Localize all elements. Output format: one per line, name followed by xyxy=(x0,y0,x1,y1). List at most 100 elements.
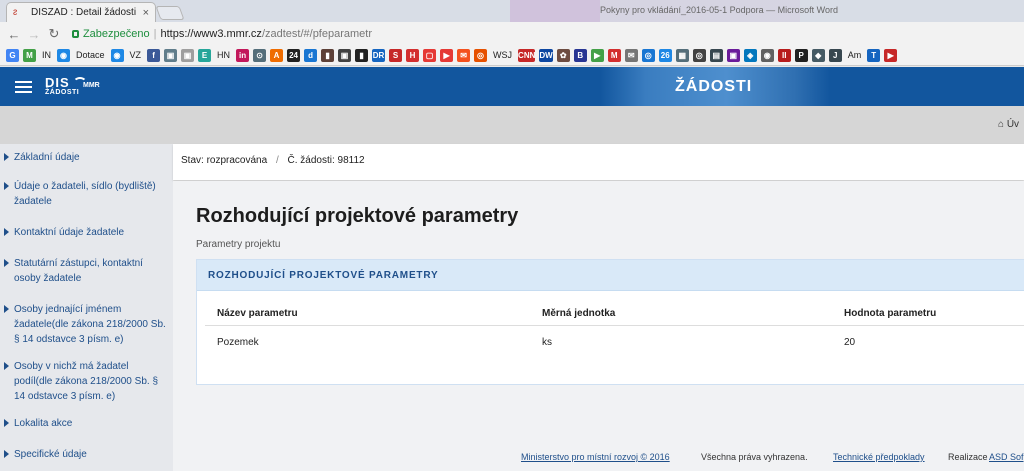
bookmark-37-icon[interactable]: ▦ xyxy=(675,49,689,62)
caret-right-icon xyxy=(4,419,9,427)
bookmark-22-icon[interactable]: H xyxy=(406,49,420,62)
caret-right-icon xyxy=(4,259,9,267)
sidebar-item-statutarni-zastupci[interactable]: Statutární zástupci, kontaktní osoby žad… xyxy=(4,256,169,286)
bookmark-1-icon[interactable]: M xyxy=(23,49,36,62)
footer-tech-link[interactable]: Technické předpoklady xyxy=(833,452,925,462)
table-cell-name: Pozemek xyxy=(217,337,259,348)
column-header-value: Hodnota parametru xyxy=(844,308,937,319)
bookmark-28-icon[interactable]: CNN xyxy=(518,49,536,62)
sidebar-item-osoby-jednajici[interactable]: Osoby jednající jménem žadatele(dle záko… xyxy=(4,302,169,347)
logo-mmr-text: MMR xyxy=(83,82,100,89)
bookmark-35-icon[interactable]: ◎ xyxy=(641,49,655,62)
dis-logo[interactable]: DIS ŽÁDOSTI MMR xyxy=(45,75,100,96)
logo-subtext: ŽÁDOSTI xyxy=(45,89,80,96)
bookmark-29-icon[interactable]: DW xyxy=(539,49,553,62)
home-label: Úv xyxy=(1006,119,1020,130)
bookmark-19-icon[interactable]: ▮ xyxy=(355,49,369,62)
bookmark-44-icon[interactable]: P xyxy=(794,49,808,62)
bookmark-41-icon[interactable]: ◈ xyxy=(743,49,757,62)
home-link[interactable]: ⌂ Úv xyxy=(998,119,1019,130)
url-input[interactable]: Zabezpečeno | https://www3.mmr.cz /zadte… xyxy=(72,25,372,43)
bookmark-0-icon[interactable]: G xyxy=(6,49,19,62)
caret-right-icon xyxy=(4,153,9,161)
bookmark-13-icon[interactable]: ⊙ xyxy=(253,49,267,62)
new-tab-button[interactable] xyxy=(155,6,185,20)
bookmark-5-icon[interactable]: ◉ xyxy=(110,49,124,62)
bookmark-15-icon[interactable]: 24 xyxy=(287,49,301,62)
footer-rights: Všechna práva vyhrazena. xyxy=(701,452,808,462)
bookmark-9-icon[interactable]: ▣ xyxy=(181,49,195,62)
bookmark-4[interactable]: Dotace xyxy=(74,49,107,62)
application-number: Č. žádosti: 98112 xyxy=(287,155,365,166)
url-host: https://www3.mmr.cz xyxy=(160,28,262,40)
footer-realizace: Realizace xyxy=(948,452,988,462)
forward-arrow-icon[interactable]: → xyxy=(26,27,42,42)
bookmark-26-icon[interactable]: ◎ xyxy=(474,49,488,62)
sidebar-item-label: Lokalita akce xyxy=(14,418,73,429)
bookmark-43-icon[interactable]: II xyxy=(777,49,791,62)
breadcrumb: Stav: rozpracována / Č. žádosti: 98112 xyxy=(173,144,1024,180)
bookmark-7-icon[interactable]: f xyxy=(147,49,161,62)
header-divider xyxy=(205,325,1024,326)
sidebar-item-zakladni-udaje[interactable]: Základní údaje xyxy=(4,150,169,165)
bookmark-33-icon[interactable]: M xyxy=(607,49,621,62)
bookmark-18-icon[interactable]: ▣ xyxy=(338,49,352,62)
browser-tab-strip: Pokyny pro vkládání_2016-05-1 Podpora — … xyxy=(0,0,1024,22)
footer: Ministerstvo pro místní rozvoj © 2016 Vš… xyxy=(173,451,1024,471)
sidebar-item-label: Základní údaje xyxy=(14,152,80,163)
bookmark-40-icon[interactable]: ▣ xyxy=(726,49,740,62)
caret-right-icon xyxy=(4,362,9,370)
bookmark-48-icon[interactable]: T xyxy=(867,49,881,62)
bookmark-10-icon[interactable]: E xyxy=(198,49,212,62)
bookmark-38-icon[interactable]: ◎ xyxy=(692,49,706,62)
back-arrow-icon[interactable]: ← xyxy=(6,27,22,42)
sidebar-item-osoby-podil[interactable]: Osoby v nichž má žadatel podíl(dle zákon… xyxy=(4,359,169,404)
sidebar-item-label: Kontaktní údaje žadatele xyxy=(14,227,125,238)
bookmark-46-icon[interactable]: J xyxy=(828,49,842,62)
bookmark-34-icon[interactable]: ✉ xyxy=(624,49,638,62)
sidebar-item-lokalita-akce[interactable]: Lokalita akce xyxy=(4,416,169,431)
bookmark-20-icon[interactable]: DR xyxy=(372,49,386,62)
bookmark-2[interactable]: IN xyxy=(40,49,53,62)
bookmark-24-icon[interactable]: ▶ xyxy=(440,49,454,62)
bookmark-32-icon[interactable]: ▶ xyxy=(590,49,604,62)
bookmark-27[interactable]: WSJ xyxy=(491,49,514,62)
caret-right-icon xyxy=(4,228,9,236)
bookmark-17-icon[interactable]: ▮ xyxy=(321,49,335,62)
sidebar-item-specificke-udaje[interactable]: Specifické údaje xyxy=(4,447,169,462)
bookmark-25-icon[interactable]: ✉ xyxy=(457,49,471,62)
bookmark-6[interactable]: VZ xyxy=(128,49,144,62)
reload-icon[interactable]: ↻ xyxy=(46,26,62,42)
bookmark-8-icon[interactable]: ▣ xyxy=(164,49,178,62)
bookmark-45-icon[interactable]: ◆ xyxy=(811,49,825,62)
bookmark-49-icon[interactable]: ▶ xyxy=(884,49,898,62)
browser-tab-active[interactable]: ᴤ DISZAD : Detail žádosti × xyxy=(6,2,156,22)
bookmark-31-icon[interactable]: B xyxy=(573,49,587,62)
app-header: DIS ŽÁDOSTI MMR ŽÁDOSTI xyxy=(0,67,1024,106)
sidebar-item-label: Statutární zástupci, kontaktní osoby žad… xyxy=(14,258,143,284)
sidebar-item-udaje-o-zadateli[interactable]: Údaje o žadateli, sídlo (bydliště) žadat… xyxy=(4,179,169,209)
footer-company-link[interactable]: ASD Sof xyxy=(989,452,1024,462)
caret-right-icon xyxy=(4,182,9,190)
bookmark-39-icon[interactable]: ▤ xyxy=(709,49,723,62)
bookmark-23-icon[interactable]: ▢ xyxy=(423,49,437,62)
bookmark-16-icon[interactable]: d xyxy=(304,49,318,62)
bookmark-36-icon[interactable]: 26 xyxy=(658,49,672,62)
bookmark-14-icon[interactable]: A xyxy=(270,49,284,62)
table-cell-unit: ks xyxy=(542,337,552,348)
bookmark-42-icon[interactable]: ◉ xyxy=(760,49,774,62)
bookmark-47[interactable]: Am xyxy=(846,49,864,62)
sidebar-item-kontaktni-udaje[interactable]: Kontaktní údaje žadatele xyxy=(4,225,169,240)
footer-ministry-link[interactable]: Ministerstvo pro místní rozvoj © 2016 xyxy=(521,452,670,462)
menu-hamburger-icon[interactable] xyxy=(15,81,32,93)
bookmarks-bar: G M IN ◉ Dotace ◉ VZ f ▣ ▣ E HN in ⊙ A 24 d ▮ ▣ ▮ DR S H ▢ ▶ ✉ ◎ WS… xyxy=(0,46,1024,66)
bookmark-21-icon[interactable]: S xyxy=(389,49,403,62)
sidebar-item-label: Specifické údaje xyxy=(14,449,87,460)
bookmark-3-icon[interactable]: ◉ xyxy=(57,49,70,62)
bookmark-30-icon[interactable]: ✿ xyxy=(556,49,570,62)
panel-heading: ROZHODUJÍCÍ PROJEKTOVÉ PARAMETRY xyxy=(197,260,1024,291)
omnibox-separator: | xyxy=(153,28,157,40)
tab-close-icon[interactable]: × xyxy=(143,7,149,19)
bookmark-11[interactable]: HN xyxy=(215,49,232,62)
bookmark-12-icon[interactable]: in xyxy=(236,49,250,62)
